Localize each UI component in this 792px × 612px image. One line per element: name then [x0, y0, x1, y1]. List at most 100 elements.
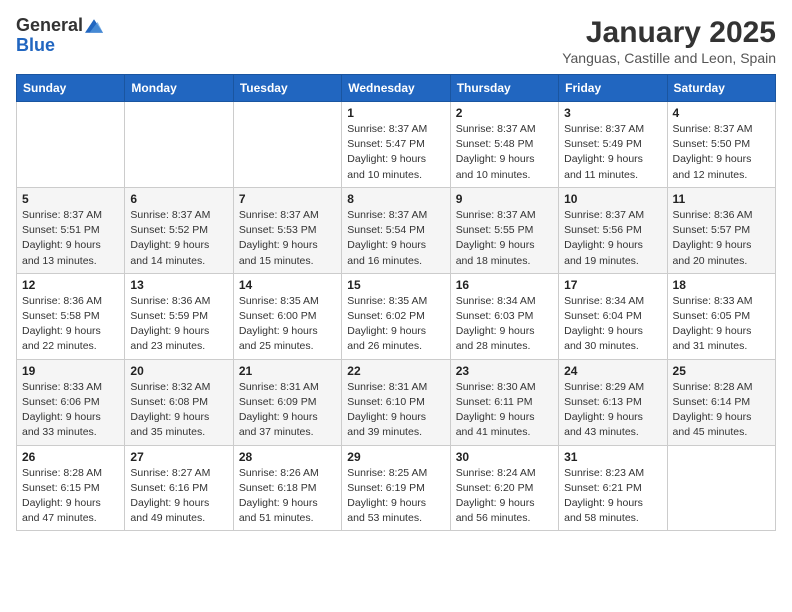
calendar-cell: 15 Sunrise: 8:35 AM Sunset: 6:02 PM Dayli…: [342, 273, 450, 359]
calendar-cell: [667, 445, 775, 531]
calendar-cell: [125, 102, 233, 188]
calendar-cell: 5Sunrise: 8:37 AM Sunset: 5:51 PM Daylig…: [17, 187, 125, 273]
day-number: 26: [22, 450, 119, 464]
day-info: Sunrise: 8:37 AM Sunset: 5:56 PM Dayligh…: [564, 208, 661, 269]
logo-general: General: [16, 16, 83, 36]
day-number: 30: [456, 450, 553, 464]
day-info: Sunrise: 8:36 AM Sunset: 5:58 PM Dayligh…: [22, 294, 119, 355]
day-number: 31: [564, 450, 661, 464]
day-info: Sunrise: 8:37 AM Sunset: 5:47 PM Dayligh…: [347, 122, 444, 183]
day-number: 7: [239, 192, 336, 206]
calendar-cell: 6 Sunrise: 8:37 AM Sunset: 5:52 PM Daylig…: [125, 187, 233, 273]
day-number: 21: [239, 364, 336, 378]
calendar-cell: 8Sunrise: 8:37 AM Sunset: 5:54 PM Daylig…: [342, 187, 450, 273]
day-info: Sunrise: 8:28 AM Sunset: 6:15 PM Dayligh…: [22, 466, 119, 527]
day-header-saturday: Saturday: [667, 75, 775, 102]
logo-blue: Blue: [16, 36, 55, 56]
calendar-cell: 25Sunrise: 8:28 AM Sunset: 6:14 PM Dayli…: [667, 359, 775, 445]
day-number: 4: [673, 106, 770, 120]
month-title: January 2025: [562, 16, 776, 50]
day-number: 29: [347, 450, 444, 464]
day-number: 6: [130, 192, 227, 206]
day-number: 15: [347, 278, 444, 292]
day-info: Sunrise: 8:29 AM Sunset: 6:13 PM Dayligh…: [564, 380, 661, 441]
day-info: Sunrise: 8:37 AM Sunset: 5:51 PM Dayligh…: [22, 208, 119, 269]
day-number: 16: [456, 278, 553, 292]
day-info: Sunrise: 8:24 AM Sunset: 6:20 PM Dayligh…: [456, 466, 553, 527]
calendar-table: SundayMondayTuesdayWednesdayThursdayFrid…: [16, 74, 776, 531]
calendar-cell: 7 Sunrise: 8:37 AM Sunset: 5:53 PM Daylig…: [233, 187, 341, 273]
calendar-cell: 2Sunrise: 8:37 AM Sunset: 5:48 PM Daylig…: [450, 102, 558, 188]
day-number: 12: [22, 278, 119, 292]
day-number: 27: [130, 450, 227, 464]
day-info: Sunrise: 8:30 AM Sunset: 6:11 PM Dayligh…: [456, 380, 553, 441]
day-number: 10: [564, 192, 661, 206]
page-header: General Blue January 2025 Yanguas, Casti…: [16, 16, 776, 66]
day-number: 19: [22, 364, 119, 378]
location-subtitle: Yanguas, Castille and Leon, Spain: [562, 50, 776, 66]
day-number: 8: [347, 192, 444, 206]
day-info: Sunrise: 8:26 AM Sunset: 6:18 PM Dayligh…: [239, 466, 336, 527]
week-row: 1 Sunrise: 8:37 AM Sunset: 5:47 PM Daylig…: [17, 102, 776, 188]
day-info: Sunrise: 8:35 AM Sunset: 6:02 PM Dayligh…: [347, 294, 444, 355]
day-number: 22: [347, 364, 444, 378]
calendar-cell: 31 Sunrise: 8:23 AM Sunset: 6:21 PM Dayli…: [559, 445, 667, 531]
calendar-cell: 16Sunrise: 8:34 AM Sunset: 6:03 PM Dayli…: [450, 273, 558, 359]
day-header-thursday: Thursday: [450, 75, 558, 102]
day-info: Sunrise: 8:32 AM Sunset: 6:08 PM Dayligh…: [130, 380, 227, 441]
calendar-cell: 21 Sunrise: 8:31 AM Sunset: 6:09 PM Dayli…: [233, 359, 341, 445]
calendar-cell: 9Sunrise: 8:37 AM Sunset: 5:55 PM Daylig…: [450, 187, 558, 273]
day-header-friday: Friday: [559, 75, 667, 102]
calendar-header: SundayMondayTuesdayWednesdayThursdayFrid…: [17, 75, 776, 102]
calendar-cell: 12 Sunrise: 8:36 AM Sunset: 5:58 PM Dayli…: [17, 273, 125, 359]
day-header-sunday: Sunday: [17, 75, 125, 102]
day-number: 23: [456, 364, 553, 378]
calendar-cell: 13Sunrise: 8:36 AM Sunset: 5:59 PM Dayli…: [125, 273, 233, 359]
day-number: 28: [239, 450, 336, 464]
day-info: Sunrise: 8:37 AM Sunset: 5:53 PM Dayligh…: [239, 208, 336, 269]
calendar-cell: 22 Sunrise: 8:31 AM Sunset: 6:10 PM Dayli…: [342, 359, 450, 445]
day-number: 14: [239, 278, 336, 292]
calendar-cell: [233, 102, 341, 188]
day-number: 1: [347, 106, 444, 120]
day-info: Sunrise: 8:36 AM Sunset: 5:59 PM Dayligh…: [130, 294, 227, 355]
day-number: 3: [564, 106, 661, 120]
day-header-tuesday: Tuesday: [233, 75, 341, 102]
calendar-cell: 17Sunrise: 8:34 AM Sunset: 6:04 PM Dayli…: [559, 273, 667, 359]
calendar-cell: 1 Sunrise: 8:37 AM Sunset: 5:47 PM Daylig…: [342, 102, 450, 188]
calendar-body: 1 Sunrise: 8:37 AM Sunset: 5:47 PM Daylig…: [17, 102, 776, 531]
day-info: Sunrise: 8:25 AM Sunset: 6:19 PM Dayligh…: [347, 466, 444, 527]
calendar-cell: 11Sunrise: 8:36 AM Sunset: 5:57 PM Dayli…: [667, 187, 775, 273]
day-info: Sunrise: 8:31 AM Sunset: 6:09 PM Dayligh…: [239, 380, 336, 441]
calendar-cell: 10 Sunrise: 8:37 AM Sunset: 5:56 PM Dayli…: [559, 187, 667, 273]
day-header-monday: Monday: [125, 75, 233, 102]
week-row: 26 Sunrise: 8:28 AM Sunset: 6:15 PM Dayli…: [17, 445, 776, 531]
logo: General Blue: [16, 16, 103, 56]
calendar-cell: [17, 102, 125, 188]
calendar-cell: 26 Sunrise: 8:28 AM Sunset: 6:15 PM Dayli…: [17, 445, 125, 531]
day-info: Sunrise: 8:27 AM Sunset: 6:16 PM Dayligh…: [130, 466, 227, 527]
day-info: Sunrise: 8:37 AM Sunset: 5:52 PM Dayligh…: [130, 208, 227, 269]
day-number: 2: [456, 106, 553, 120]
day-info: Sunrise: 8:23 AM Sunset: 6:21 PM Dayligh…: [564, 466, 661, 527]
day-header-wednesday: Wednesday: [342, 75, 450, 102]
day-info: Sunrise: 8:33 AM Sunset: 6:06 PM Dayligh…: [22, 380, 119, 441]
day-number: 9: [456, 192, 553, 206]
calendar-cell: 24Sunrise: 8:29 AM Sunset: 6:13 PM Dayli…: [559, 359, 667, 445]
calendar-cell: 14 Sunrise: 8:35 AM Sunset: 6:00 PM Dayli…: [233, 273, 341, 359]
days-of-week-row: SundayMondayTuesdayWednesdayThursdayFrid…: [17, 75, 776, 102]
calendar-cell: 29 Sunrise: 8:25 AM Sunset: 6:19 PM Dayli…: [342, 445, 450, 531]
day-info: Sunrise: 8:31 AM Sunset: 6:10 PM Dayligh…: [347, 380, 444, 441]
calendar-cell: 3 Sunrise: 8:37 AM Sunset: 5:49 PM Daylig…: [559, 102, 667, 188]
calendar-cell: 4Sunrise: 8:37 AM Sunset: 5:50 PM Daylig…: [667, 102, 775, 188]
logo-icon: [85, 19, 103, 33]
day-number: 25: [673, 364, 770, 378]
day-info: Sunrise: 8:36 AM Sunset: 5:57 PM Dayligh…: [673, 208, 770, 269]
day-info: Sunrise: 8:34 AM Sunset: 6:04 PM Dayligh…: [564, 294, 661, 355]
day-number: 20: [130, 364, 227, 378]
day-info: Sunrise: 8:35 AM Sunset: 6:00 PM Dayligh…: [239, 294, 336, 355]
title-section: January 2025 Yanguas, Castille and Leon,…: [562, 16, 776, 66]
day-number: 18: [673, 278, 770, 292]
day-info: Sunrise: 8:37 AM Sunset: 5:49 PM Dayligh…: [564, 122, 661, 183]
calendar-cell: 28 Sunrise: 8:26 AM Sunset: 6:18 PM Dayli…: [233, 445, 341, 531]
